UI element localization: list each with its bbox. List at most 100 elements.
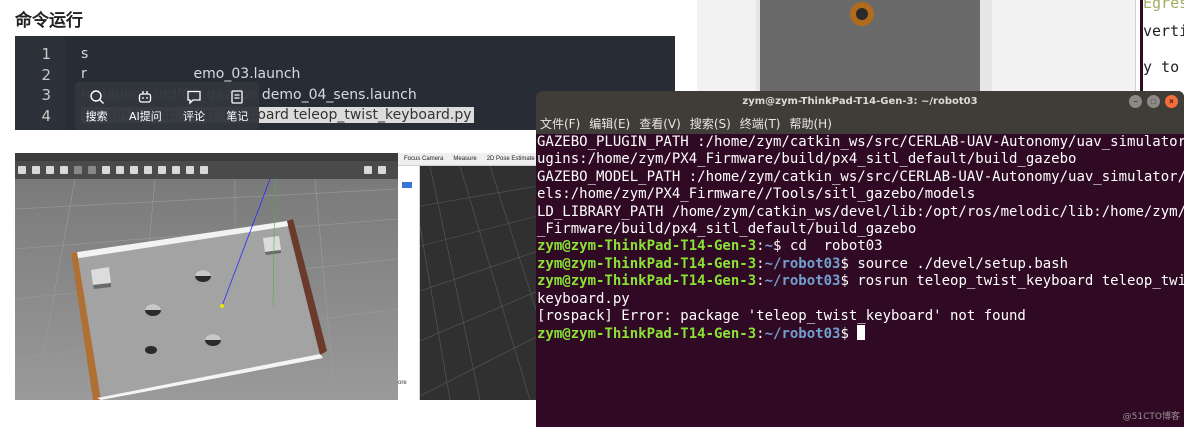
prompt-colon: :: [756, 255, 765, 272]
terminal-prompt-line: zym@zym-ThinkPad-T14-Gen-3:~/robot03$ ro…: [537, 273, 1184, 290]
command-text: cd robot03: [781, 238, 883, 255]
background-terminal-line: y to s: [1143, 58, 1180, 76]
paste-icon[interactable]: [172, 166, 180, 174]
line-number-gutter: 1 2 3 4: [15, 36, 65, 130]
watermark: @51CTO博客: [1122, 412, 1180, 422]
rotate-icon[interactable]: [46, 166, 54, 174]
prompt-directory: ~: [764, 238, 774, 255]
note-icon: [231, 89, 243, 104]
align-icon[interactable]: [186, 166, 194, 174]
rviz-window: Focus Camera Measure 2D Pose Estimate or…: [398, 153, 538, 400]
rviz-panel-text: ore: [398, 380, 407, 386]
light-icon[interactable]: [144, 166, 152, 174]
gazebo-titlebar: [15, 153, 398, 161]
rviz-grid: [419, 165, 538, 400]
prompt-symbol: $: [840, 273, 849, 290]
note-button[interactable]: 笔记: [226, 89, 248, 124]
menu-terminal[interactable]: 终端(T): [740, 115, 781, 132]
code-line[interactable]: s: [81, 46, 88, 62]
prompt-directory: ~/robot03: [764, 255, 841, 272]
menu-search[interactable]: 搜索(S): [690, 115, 731, 132]
robot-icon: [139, 90, 152, 103]
line-number: 4: [41, 107, 51, 125]
line-number: 1: [41, 45, 51, 63]
background-terminal-line: Egress: [1143, 0, 1184, 12]
camera-icon[interactable]: [364, 166, 372, 174]
background-terminal-line: vertis: [1143, 22, 1184, 40]
select-icon[interactable]: [18, 166, 26, 174]
rviz-3d-view[interactable]: [419, 165, 538, 400]
rviz-toolbar: Focus Camera Measure 2D Pose Estimate: [398, 153, 538, 166]
background-gazebo-scene: [760, 0, 980, 95]
snap-icon[interactable]: [200, 166, 208, 174]
pose-estimate-button[interactable]: 2D Pose Estimate: [487, 156, 535, 162]
terminal-prompt-line: zym@zym-ThinkPad-T14-Gen-3:~/robot03$ so…: [537, 256, 1183, 273]
menu-edit[interactable]: 编辑(E): [589, 115, 630, 132]
gazebo-world-view: [15, 178, 398, 400]
record-icon[interactable]: [378, 166, 386, 174]
robot-model-icon: [850, 2, 874, 26]
scrollbar[interactable]: [980, 0, 992, 95]
prompt-user: zym@zym-ThinkPad-T14-Gen-3: [537, 255, 757, 272]
terminal-menubar: 文件(F) 编辑(E) 查看(V) 搜索(S) 终端(T) 帮助(H): [536, 112, 1184, 134]
search-icon: [89, 89, 104, 104]
maximize-icon[interactable]: □: [1147, 95, 1160, 108]
selected-display-item[interactable]: [402, 182, 412, 188]
terminal-output-line: _Firmware/build/px4_sitl_default/build_g…: [537, 220, 917, 237]
comment-button[interactable]: 评论: [183, 89, 205, 124]
search-label: 搜索: [85, 109, 108, 123]
terminal-output-line: GAZEBO_MODEL_PATH :/home/zym/catkin_ws/s…: [537, 168, 1184, 185]
menu-file[interactable]: 文件(F): [540, 115, 580, 132]
terminal-prompt-line: zym@zym-ThinkPad-T14-Gen-3:~/robot03$: [537, 325, 1183, 342]
prompt-user: zym@zym-ThinkPad-T14-Gen-3: [537, 238, 757, 255]
command-text: rosrun teleop_twist_keyboard teleop_twis…: [848, 273, 1184, 290]
ai-ask-button[interactable]: AI提问: [129, 89, 162, 124]
measure-button[interactable]: Measure: [453, 156, 476, 162]
line-number: 2: [41, 66, 51, 84]
close-icon[interactable]: ×: [1165, 95, 1178, 108]
section-title: 命令运行: [15, 11, 83, 31]
undo-icon[interactable]: [74, 166, 82, 174]
search-button[interactable]: 搜索: [86, 89, 108, 124]
menu-view[interactable]: 查看(V): [639, 115, 681, 132]
terminal-output-line: LD_LIBRARY_PATH /home/zym/catkin_ws/deve…: [537, 203, 1184, 220]
prompt-directory: ~/robot03: [764, 273, 841, 290]
background-terminal-edge: [1140, 0, 1143, 95]
prompt-colon: :: [756, 238, 765, 255]
window-controls: – □ ×: [1129, 95, 1178, 108]
prompt-colon: :: [756, 273, 765, 290]
redo-icon[interactable]: [88, 166, 96, 174]
note-label: 笔记: [226, 109, 249, 123]
gazebo-window: [15, 153, 398, 400]
line-number: 3: [41, 86, 51, 104]
ai-ask-label: AI提问: [128, 109, 162, 123]
prompt-colon: :: [756, 326, 765, 343]
prompt-directory: ~/robot03: [764, 326, 841, 343]
terminal-window[interactable]: zym@zym-ThinkPad-T14-Gen-3: ~/robot03 – …: [536, 91, 1184, 427]
comment-icon: [187, 90, 201, 105]
focus-camera-button[interactable]: Focus Camera: [404, 156, 443, 162]
terminal-prompt-line: zym@zym-ThinkPad-T14-Gen-3:~$ cd robot03: [537, 238, 1183, 255]
prompt-user: zym@zym-ThinkPad-T14-Gen-3: [537, 326, 757, 343]
menu-help[interactable]: 帮助(H): [790, 115, 832, 132]
box-icon[interactable]: [102, 166, 110, 174]
terminal-output-line: ugins:/home/zym/PX4_Firmware/build/px4_s…: [537, 151, 1077, 168]
sphere-icon[interactable]: [116, 166, 124, 174]
command-text: [849, 326, 857, 342]
terminal-output-line: [rospack] Error: package 'teleop_twist_k…: [537, 307, 1026, 324]
scale-icon[interactable]: [60, 166, 68, 174]
terminal-output-line: GAZEBO_PLUGIN_PATH :/home/zym/catkin_ws/…: [537, 134, 1184, 150]
terminal-cursor: [857, 325, 866, 341]
comment-label: 评论: [183, 109, 206, 123]
prompt-symbol: $: [840, 326, 849, 343]
terminal-output-line: els:/home/zym/PX4_Firmware//Tools/sitl_g…: [537, 186, 976, 203]
translate-icon[interactable]: [32, 166, 40, 174]
terminal-output[interactable]: GAZEBO_PLUGIN_PATH :/home/zym/catkin_ws/…: [537, 134, 1184, 343]
selection-toolbar: 搜索 AI提问 评论 笔记: [75, 82, 259, 130]
copy-icon[interactable]: [158, 166, 166, 174]
gazebo-scene[interactable]: [15, 178, 398, 400]
terminal-title: zym@zym-ThinkPad-T14-Gen-3: ~/robot03: [536, 91, 1184, 112]
cylinder-icon[interactable]: [130, 166, 138, 174]
minimize-icon[interactable]: –: [1129, 95, 1142, 108]
code-line[interactable]: r emo_03.launch: [81, 66, 300, 82]
